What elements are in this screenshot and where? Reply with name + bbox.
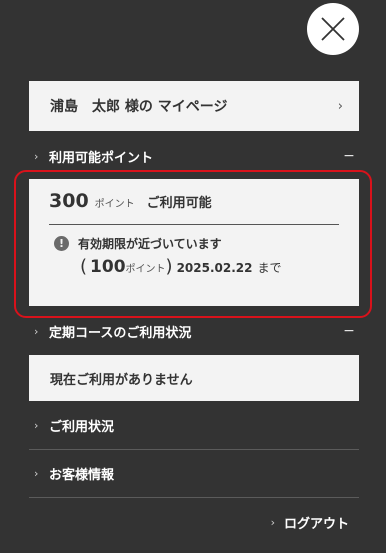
close-paren: ) <box>165 256 173 277</box>
expiring-points-value: 100 <box>90 257 126 277</box>
nav-item-label: お客様情報 <box>49 468 115 483</box>
collapse-icon[interactable]: − <box>339 148 359 164</box>
points-unit: ポイント <box>94 199 135 210</box>
course-section-title: 定期コースのご利用状況 <box>49 325 192 341</box>
nav-item-label: ご利用状況 <box>49 420 115 435</box>
mypage-label: 浦島 太郎 様の マイページ <box>50 99 228 115</box>
nav-item-customer-info[interactable]: › お客様情報 <box>29 450 359 498</box>
chevron-right-icon: › <box>34 419 39 432</box>
points-summary: 300 ポイント ご利用可能 <box>49 179 339 225</box>
close-button[interactable] <box>307 3 359 55</box>
expiry-notice-text: 有効期限が近づいています <box>78 237 222 251</box>
course-status-text: 現在ご利用がありません <box>50 372 193 388</box>
points-section-header[interactable]: › 利用可能ポイント − <box>29 141 359 171</box>
chevron-right-icon: › <box>270 516 275 529</box>
logout-link[interactable]: › ログアウト <box>271 513 349 532</box>
points-section-title: 利用可能ポイント <box>49 150 154 166</box>
expiry-notice: ! 有効期限が近づいています <box>49 235 339 252</box>
expiry-suffix: まで <box>257 261 282 275</box>
expiring-points-unit: ポイント <box>125 264 166 275</box>
chevron-right-icon: › <box>34 467 39 480</box>
points-status: ご利用可能 <box>146 196 212 211</box>
nav-item-usage[interactable]: › ご利用状況 <box>29 402 359 450</box>
chevron-right-icon: › <box>34 149 39 163</box>
close-icon <box>321 17 345 41</box>
points-card: 300 ポイント ご利用可能 ! 有効期限が近づいています ( 100 ポイント… <box>29 179 359 306</box>
expiring-points: ( 100 ポイント ) 2025.02.22 まで <box>80 256 339 277</box>
chevron-right-icon: › <box>337 98 343 114</box>
expiry-date: 2025.02.22 <box>176 261 253 275</box>
course-section-header[interactable]: › 定期コースのご利用状況 − <box>29 316 359 346</box>
collapse-icon[interactable]: − <box>339 323 359 339</box>
alert-icon: ! <box>54 236 69 251</box>
open-paren: ( <box>80 256 88 277</box>
course-status-card: 現在ご利用がありません <box>29 355 359 401</box>
mypage-link[interactable]: 浦島 太郎 様の マイページ › <box>29 81 359 131</box>
logout-label: ログアウト <box>283 517 349 532</box>
chevron-right-icon: › <box>34 324 39 338</box>
points-value: 300 <box>49 190 89 212</box>
